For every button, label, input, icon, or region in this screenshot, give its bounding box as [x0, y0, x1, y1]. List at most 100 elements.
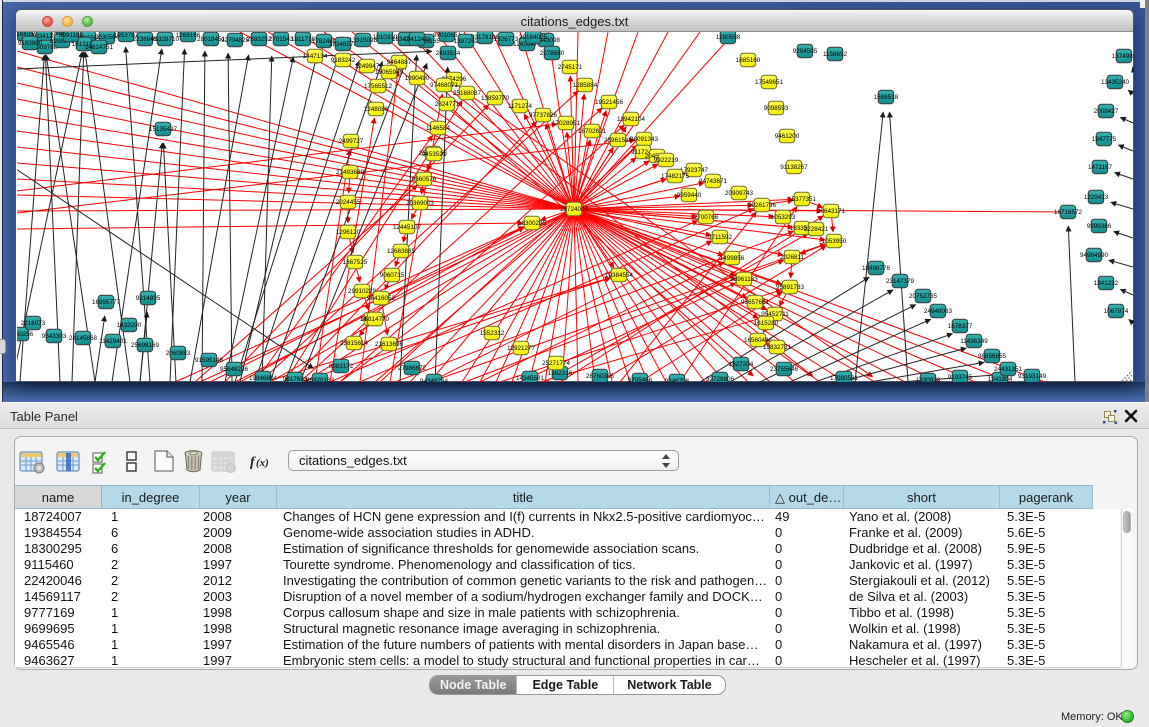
svg-text:97468071: 97468071	[430, 82, 459, 89]
svg-text:9083172: 9083172	[329, 363, 354, 370]
svg-text:98961183: 98961183	[730, 276, 758, 283]
svg-text:25698169: 25698169	[131, 342, 160, 349]
svg-text:12683885: 12683885	[387, 248, 416, 255]
svg-text:1586518: 1586518	[874, 94, 899, 101]
svg-text:9214895: 9214895	[136, 295, 161, 302]
svg-text:11429401: 11429401	[99, 338, 127, 345]
svg-text:1447134: 1447134	[303, 53, 328, 60]
svg-text:1248086: 1248086	[364, 106, 389, 113]
svg-text:98856855: 98856855	[978, 353, 1007, 360]
svg-text:19832731: 19832731	[763, 344, 792, 351]
svg-text:1053950: 1053950	[822, 238, 847, 245]
svg-text:1260256: 1260256	[17, 331, 34, 338]
svg-text:1615280: 1615280	[754, 320, 779, 327]
svg-text:1678377: 1678377	[948, 323, 973, 330]
svg-text:11436349: 11436349	[960, 338, 988, 345]
svg-text:96416052: 96416052	[367, 295, 396, 302]
svg-text:2026811: 2026811	[780, 254, 805, 261]
svg-text:29910229: 29910229	[348, 288, 377, 295]
svg-text:2008427: 2008427	[1094, 108, 1119, 115]
svg-text:2700766: 2700766	[694, 214, 719, 221]
svg-text:9543303: 9543303	[42, 333, 67, 340]
svg-text:21493689: 21493689	[336, 169, 365, 176]
svg-text:1374989: 1374989	[1112, 53, 1134, 60]
svg-text:9060715: 9060715	[380, 272, 405, 279]
svg-text:1280598: 1280598	[716, 34, 741, 41]
svg-text:16560494: 16560494	[744, 337, 773, 344]
svg-text:1667525: 1667525	[343, 259, 368, 266]
svg-text:1947775: 1947775	[1092, 136, 1117, 143]
svg-text:2824771: 2824771	[435, 101, 460, 108]
svg-text:9346706: 9346706	[665, 378, 690, 382]
svg-text:25961586: 25961586	[604, 137, 633, 144]
svg-text:94743671: 94743671	[699, 178, 728, 185]
svg-text:1499856: 1499856	[720, 255, 745, 262]
svg-text:16716572: 16716572	[1054, 209, 1083, 216]
svg-text:23147379: 23147379	[886, 278, 915, 285]
svg-text:20752735: 20752735	[909, 293, 938, 300]
svg-text:14624751: 14624751	[85, 44, 114, 51]
svg-text:9098593: 9098593	[764, 105, 789, 112]
svg-text:25271774: 25271774	[542, 360, 571, 367]
svg-text:1053293: 1053293	[771, 214, 796, 221]
svg-text:1990490: 1990490	[405, 75, 430, 82]
svg-text:17549651: 17549651	[755, 79, 784, 86]
svg-text:9991183: 9991183	[59, 32, 84, 39]
svg-text:1296120: 1296120	[336, 229, 361, 236]
svg-text:9922219: 9922219	[654, 157, 679, 164]
svg-text:19065940: 19065940	[375, 69, 404, 76]
svg-text:18300295: 18300295	[518, 220, 547, 227]
svg-text:13942104: 13942104	[617, 116, 646, 123]
svg-text:19946804: 19946804	[249, 375, 278, 382]
svg-text:17482175: 17482175	[661, 173, 690, 180]
svg-text:9183242: 9183242	[331, 57, 356, 64]
svg-text:98091343: 98091343	[630, 136, 659, 143]
svg-text:1627204: 1627204	[729, 361, 754, 368]
svg-text:24431351: 24431351	[994, 366, 1023, 373]
svg-text:1067974: 1067974	[1104, 308, 1129, 315]
svg-text:(x): (x)	[256, 457, 269, 469]
svg-text:25168087: 25168087	[453, 90, 482, 97]
svg-text:17080531: 17080531	[830, 375, 859, 382]
svg-text:9461200: 9461200	[775, 133, 800, 140]
svg-text:9959440: 9959440	[677, 192, 702, 199]
svg-text:1330923: 1330923	[916, 377, 941, 382]
svg-text:24948083: 24948083	[924, 308, 953, 315]
svg-text:1241904: 1241904	[988, 376, 1013, 382]
svg-text:1146584: 1146584	[426, 125, 451, 132]
svg-text:94348734: 94348734	[420, 378, 449, 382]
svg-text:94964990: 94964990	[1080, 252, 1109, 259]
svg-text:2499727: 2499727	[339, 138, 364, 145]
svg-text:1471167: 1471167	[1088, 164, 1113, 171]
svg-text:1171274: 1171274	[508, 103, 533, 110]
svg-text:2493534: 2493534	[436, 50, 461, 57]
svg-text:1552312: 1552312	[480, 330, 505, 337]
svg-text:1285884: 1285884	[573, 82, 598, 89]
svg-text:9453521: 9453521	[422, 151, 447, 158]
svg-text:9204505: 9204505	[793, 48, 818, 55]
svg-text:18412411: 18412411	[403, 36, 431, 43]
svg-text:1362316: 1362316	[548, 370, 573, 377]
svg-text:93657661: 93657661	[741, 299, 770, 306]
svg-text:20164005: 20164005	[519, 34, 548, 41]
svg-text:15135427: 15135427	[149, 126, 178, 133]
svg-text:92729806: 92729806	[706, 376, 735, 382]
svg-text:9193990: 9193990	[18, 40, 43, 47]
svg-text:27986872: 27986872	[398, 365, 427, 372]
svg-text:24145868: 24145868	[69, 335, 98, 342]
svg-text:9705466: 9705466	[628, 377, 653, 382]
svg-text:19521456: 19521456	[595, 99, 624, 106]
svg-text:9711592: 9711592	[708, 234, 733, 241]
svg-text:18724007: 18724007	[560, 206, 589, 213]
svg-text:13859770: 13859770	[481, 95, 510, 102]
svg-text:1158692: 1158692	[823, 51, 848, 58]
svg-text:13435240: 13435240	[1101, 79, 1130, 86]
svg-text:9193745: 9193745	[948, 374, 973, 381]
svg-text:91138267: 91138267	[780, 164, 808, 171]
svg-text:16995777: 16995777	[92, 299, 121, 306]
svg-text:1685160: 1685160	[736, 57, 761, 64]
svg-text:12921277: 12921277	[507, 345, 536, 352]
svg-text:28760366: 28760366	[586, 373, 615, 380]
svg-text:2278680: 2278680	[540, 50, 565, 57]
svg-text:18702621: 18702621	[578, 128, 607, 135]
